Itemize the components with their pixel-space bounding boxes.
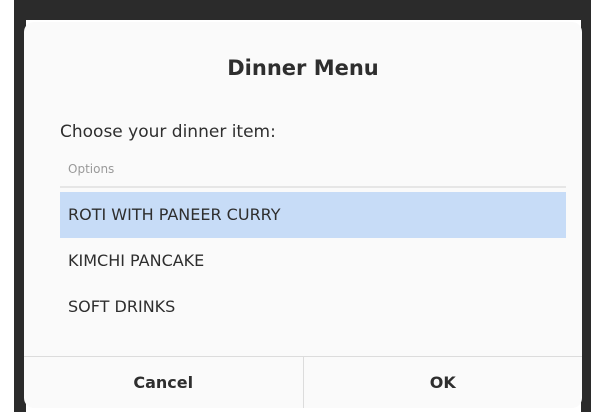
dinner-menu-dialog: Dinner Menu Choose your dinner item: Opt… — [24, 22, 582, 408]
dialog-title: Dinner Menu — [227, 56, 379, 80]
option-kimchi-pancake[interactable]: KIMCHI PANCAKE — [60, 238, 566, 284]
dialog-prompt: Choose your dinner item: — [60, 122, 276, 142]
options-column-header-label: Options — [68, 162, 115, 176]
backdrop-right-strip — [581, 0, 603, 412]
backdrop-left-strip — [0, 0, 26, 412]
backdrop-top-strip — [0, 0, 603, 20]
option-soft-drinks[interactable]: SOFT DRINKS — [60, 284, 566, 330]
dialog-button-bar: Cancel OK — [24, 356, 582, 408]
options-list[interactable]: ROTI WITH PANEER CURRY KIMCHI PANCAKE SO… — [60, 192, 566, 330]
ok-button[interactable]: OK — [304, 357, 583, 408]
cancel-button[interactable]: Cancel — [24, 357, 304, 408]
option-roti-with-paneer-curry[interactable]: ROTI WITH PANEER CURRY — [60, 192, 566, 238]
options-column-header[interactable]: Options — [60, 154, 566, 188]
